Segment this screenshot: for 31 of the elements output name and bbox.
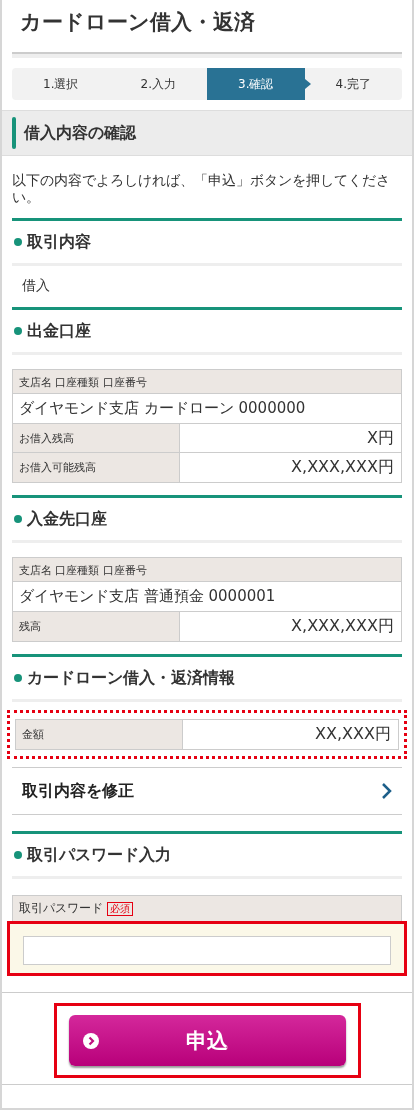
step-label: 1.選択 — [43, 75, 79, 93]
password-input[interactable] — [23, 936, 391, 965]
instruction-text: 以下の内容でよろしければ、「申込」ボタンを押してください。 — [12, 172, 391, 206]
step-label: 4.完了 — [335, 75, 371, 93]
step-label: 2.入力 — [140, 75, 176, 93]
required-badge: 必須 — [107, 901, 133, 916]
section-title: 取引内容 — [27, 231, 91, 253]
table-header: 支店名 口座種類 口座番号 — [13, 558, 401, 582]
table-label: お借入可能残高 — [13, 453, 180, 482]
section-title: カードローン借入・返済情報 — [27, 667, 235, 689]
bullet-icon — [14, 238, 22, 246]
field-label: 取引パスワード — [19, 900, 103, 917]
section-title: 取引パスワード入力 — [27, 844, 171, 866]
bullet-icon — [14, 674, 22, 682]
bullet-icon — [14, 327, 22, 335]
bullet-icon — [14, 851, 22, 859]
transaction-type: 借入 — [21, 276, 51, 295]
section-title: 入金先口座 — [27, 508, 107, 530]
bullet-icon — [14, 515, 22, 523]
table-header: 支店名 口座種類 口座番号 — [13, 370, 401, 394]
step-label: 3.確認 — [238, 75, 274, 93]
page-title: カードローン借入・返済 — [19, 9, 256, 36]
table-label: お借入残高 — [13, 424, 180, 452]
section-heading: 借入内容の確認 — [24, 122, 136, 144]
table-label: 金額 — [16, 720, 183, 749]
table-label: 残高 — [13, 612, 180, 641]
arrow-circle-icon — [82, 1033, 99, 1049]
chevron-right-icon — [380, 782, 392, 800]
submit-button[interactable]: 申込 — [68, 1015, 346, 1066]
section-title: 出金口座 — [27, 320, 91, 342]
edit-link[interactable]: 取引内容を修正 — [12, 767, 402, 815]
